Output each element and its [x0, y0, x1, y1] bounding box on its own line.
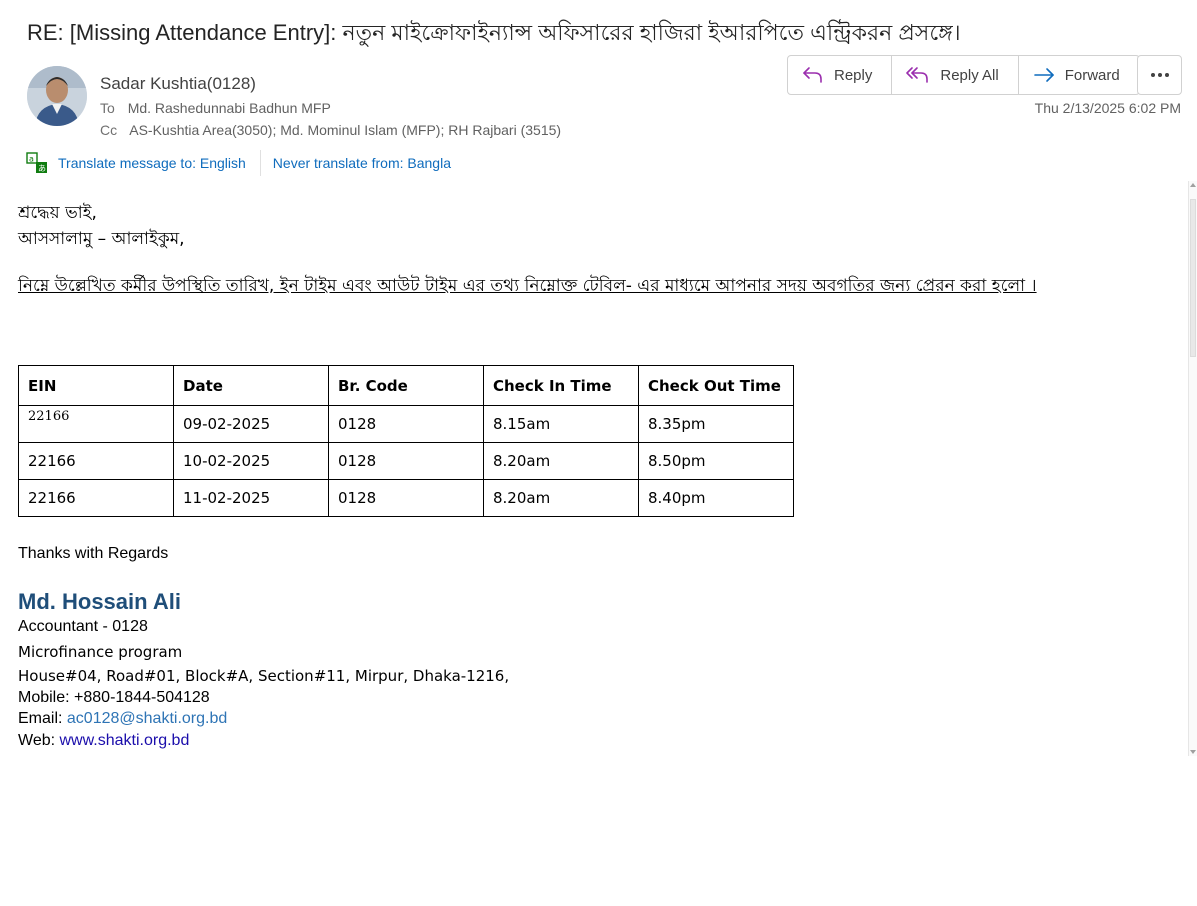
- cell-ein: 22166: [18, 442, 174, 480]
- sender-avatar[interactable]: [27, 66, 87, 126]
- cell-check-out: 8.35pm: [638, 405, 794, 443]
- table-row: 22166 11-02-2025 0128 8.20am 8.40pm: [18, 479, 794, 517]
- reading-pane-scrollbar[interactable]: [1188, 181, 1197, 756]
- table-row: 22166 09-02-2025 0128 8.15am 8.35pm: [18, 405, 794, 443]
- message-actions: Reply Reply All Forward: [787, 55, 1140, 95]
- closing-thanks: Thanks with Regards: [18, 545, 169, 562]
- translate-message-link[interactable]: Translate message to: English: [58, 155, 246, 171]
- reply-all-label: Reply All: [940, 66, 999, 84]
- signature-address: House#04, Road#01, Block#A, Section#11, …: [18, 667, 510, 685]
- forward-label: Forward: [1064, 66, 1120, 84]
- signature-email-row: Email: ac0128@shakti.org.bd: [18, 710, 227, 728]
- cell-check-in: 8.20am: [483, 479, 639, 517]
- translate-icon: a あ: [26, 152, 47, 173]
- svg-text:a: a: [29, 155, 34, 164]
- reply-all-arrow-icon: [906, 67, 929, 83]
- scroll-down-arrow-icon[interactable]: [1190, 750, 1196, 754]
- message-date: Thu 2/13/2025 6:02 PM: [1034, 100, 1181, 116]
- reply-label: Reply: [834, 66, 873, 84]
- cell-br-code: 0128: [328, 442, 484, 480]
- never-translate-link[interactable]: Never translate from: Bangla: [273, 155, 451, 171]
- more-actions-button[interactable]: [1137, 55, 1182, 95]
- scroll-up-arrow-icon[interactable]: [1190, 183, 1196, 187]
- cell-date: 10-02-2025: [173, 442, 329, 480]
- translate-divider: [259, 150, 261, 176]
- signature-email-link[interactable]: ac0128@shakti.org.bd: [67, 710, 227, 727]
- cell-check-out: 8.40pm: [638, 479, 794, 517]
- table-header-row: EIN Date Br. Code Check In Time Check Ou…: [18, 365, 794, 406]
- signature-web-row: Web: www.shakti.org.bd: [18, 732, 189, 750]
- translate-bar: a あ Translate message to: English Never …: [26, 150, 451, 176]
- cc-recipients[interactable]: AS-Kushtia Area(3050); Md. Mominul Islam…: [129, 122, 561, 138]
- signature-web-label: Web:: [18, 732, 60, 749]
- cell-ein: 22166: [18, 405, 174, 443]
- cc-label: Cc: [100, 122, 118, 138]
- cell-check-out: 8.50pm: [638, 442, 794, 480]
- to-recipients-row: To Md. Rashedunnabi Badhun MFP: [100, 100, 331, 116]
- reply-arrow-icon: [803, 67, 822, 83]
- cell-check-in: 8.20am: [483, 442, 639, 480]
- reply-all-button[interactable]: Reply All: [892, 56, 1019, 94]
- cell-br-code: 0128: [328, 405, 484, 443]
- body-paragraph: নিম্নে উল্লেখিত কর্মীর উপস্থিতি তারিখ, ই…: [18, 276, 1037, 296]
- forward-arrow-icon: [1033, 68, 1054, 82]
- cell-date: 11-02-2025: [173, 479, 329, 517]
- cell-check-in: 8.15am: [483, 405, 639, 443]
- header-date: Date: [173, 365, 329, 406]
- cell-date: 09-02-2025: [173, 405, 329, 443]
- signature-title: Accountant - 0128: [18, 618, 148, 635]
- to-label: To: [100, 100, 115, 116]
- more-horizontal-icon: [1150, 73, 1169, 77]
- body-salam: আসসালামু – আলাইকুম,: [18, 229, 185, 249]
- signature-web-link[interactable]: www.shakti.org.bd: [60, 732, 190, 749]
- scrollbar-thumb[interactable]: [1190, 199, 1196, 357]
- reply-button[interactable]: Reply: [788, 56, 893, 94]
- avatar-photo-icon: [27, 66, 87, 126]
- table-row: 22166 10-02-2025 0128 8.20am 8.50pm: [18, 442, 794, 480]
- svg-text:あ: あ: [38, 164, 46, 173]
- header-br-code: Br. Code: [328, 365, 484, 406]
- header-check-in: Check In Time: [483, 365, 639, 406]
- body-greeting: শ্রদ্ধেয় ভাই,: [18, 203, 97, 223]
- signature-email-label: Email:: [18, 710, 67, 727]
- cell-ein: 22166: [18, 479, 174, 517]
- signature-mobile: Mobile: +880-1844-504128: [18, 689, 210, 706]
- forward-button[interactable]: Forward: [1019, 56, 1139, 94]
- signature-name: Md. Hossain Ali: [18, 589, 181, 614]
- cell-br-code: 0128: [328, 479, 484, 517]
- header-check-out: Check Out Time: [638, 365, 794, 406]
- message-subject: RE: [Missing Attendance Entry]: নতুন মাই…: [27, 20, 961, 45]
- attendance-table: EIN Date Br. Code Check In Time Check Ou…: [18, 365, 794, 517]
- signature-program: Microfinance program: [18, 643, 183, 661]
- message-body: শ্রদ্ধেয় ভাই, আসসালামু – আলাইকুম, নিম্ন…: [18, 200, 1168, 300]
- cc-recipients-row: Cc AS-Kushtia Area(3050); Md. Mominul Is…: [100, 122, 561, 138]
- sender-name[interactable]: Sadar Kushtia(0128): [100, 74, 256, 94]
- to-recipients[interactable]: Md. Rashedunnabi Badhun MFP: [128, 100, 331, 116]
- header-ein: EIN: [18, 365, 174, 406]
